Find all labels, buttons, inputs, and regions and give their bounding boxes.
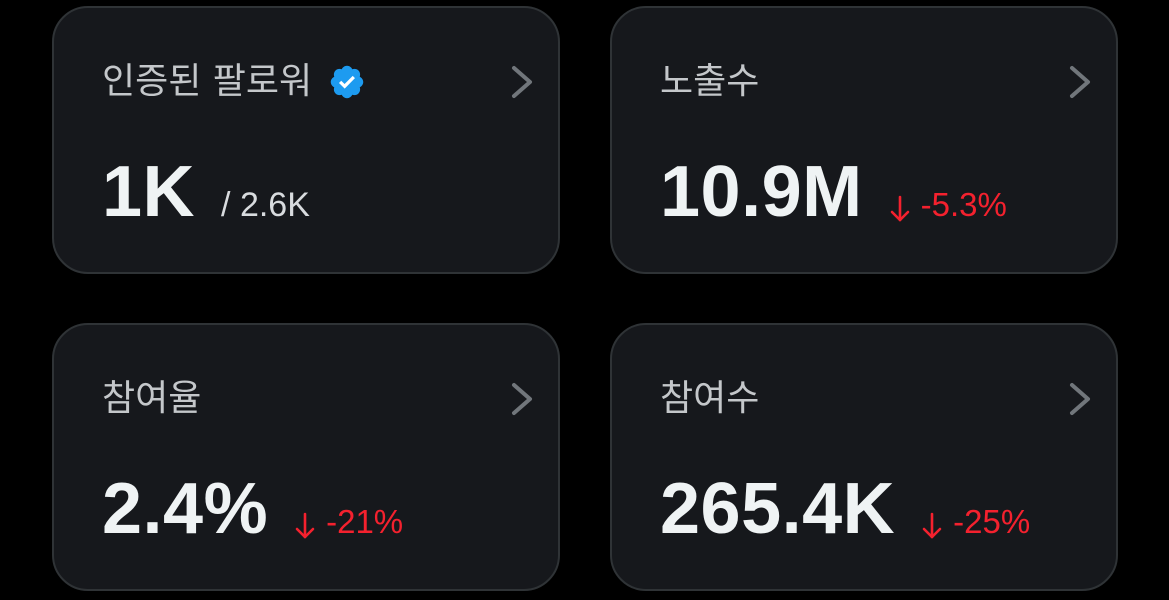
chevron-right-icon [1070,66,1090,98]
metric-row: 10.9M -5.3% [660,148,1007,248]
arrow-down-icon [295,512,315,539]
card-title-label: 참여수 [660,378,760,419]
chevron-right-icon [512,66,532,98]
impressions-card[interactable]: 노출수 10.9M -5.3% [610,6,1118,274]
card-title: 참여율 [102,377,201,421]
engagements-card[interactable]: 참여수 265.4K -25% [610,323,1118,591]
metric-value: 265.4K [660,469,896,549]
metric-change-value: -25% [953,503,1031,540]
metric-change-value: -21% [326,503,404,540]
metric-change-value: -5.3% [920,186,1007,223]
metric-change: -21% [294,503,403,541]
card-title-label: 노출수 [660,61,760,102]
card-title: 인증된 팔로워 [102,60,366,104]
metric-change: -5.3% [889,186,1007,224]
metric-total: / 2.6K [221,186,310,224]
metric-value: 1K [102,152,196,232]
metric-row: 1K / 2.6K [102,148,310,248]
verified-followers-card[interactable]: 인증된 팔로워 1K / 2.6K [52,6,560,274]
metric-row: 265.4K -25% [660,465,1030,565]
chevron-right-icon [1070,383,1090,415]
chevron-right-icon [512,383,532,415]
card-title-label: 인증된 팔로워 [102,61,313,102]
verified-badge-icon [330,65,364,99]
arrow-down-icon [890,195,909,222]
card-title: 노출수 [660,60,759,104]
engagement-rate-card[interactable]: 참여율 2.4% -21% [52,323,560,591]
arrow-down-icon [922,512,942,539]
metric-change: -25% [921,503,1030,541]
metric-row: 2.4% -21% [102,465,403,565]
card-title: 참여수 [660,377,759,421]
card-title-label: 참여율 [102,378,202,419]
metric-value: 10.9M [660,152,863,232]
metric-value: 2.4% [102,469,269,549]
